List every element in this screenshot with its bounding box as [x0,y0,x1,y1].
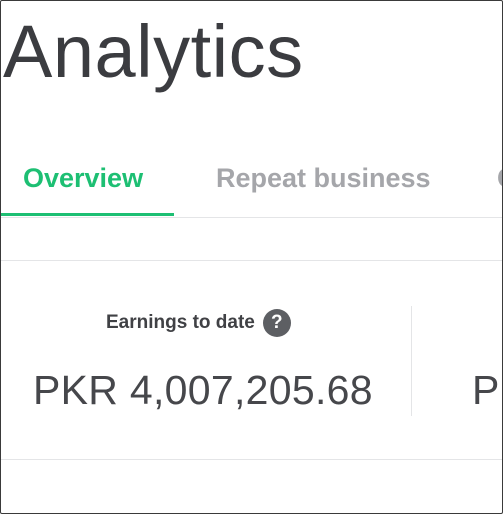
stats-card: Earnings to date ? PKR 4,007,205.68 PI [1,260,502,460]
active-tab-indicator [1,213,174,216]
page-title: Analytics [3,10,304,93]
next-stat-value-partial: PI [472,367,502,413]
tab-bar: Overview Repeat business C [1,151,502,218]
tab-repeat-business[interactable]: Repeat business [216,163,431,194]
stat-divider [411,306,412,416]
earnings-to-date-value: PKR 4,007,205.68 [33,367,373,413]
analytics-panel: Analytics Overview Repeat business C Ear… [0,0,503,514]
tab-next-partial[interactable]: C [497,163,502,194]
question-circle-icon[interactable]: ? [262,309,291,337]
earnings-to-date-label: Earnings to date [106,312,255,333]
earnings-label-row: Earnings to date ? [106,309,291,337]
tab-overview[interactable]: Overview [23,163,143,194]
